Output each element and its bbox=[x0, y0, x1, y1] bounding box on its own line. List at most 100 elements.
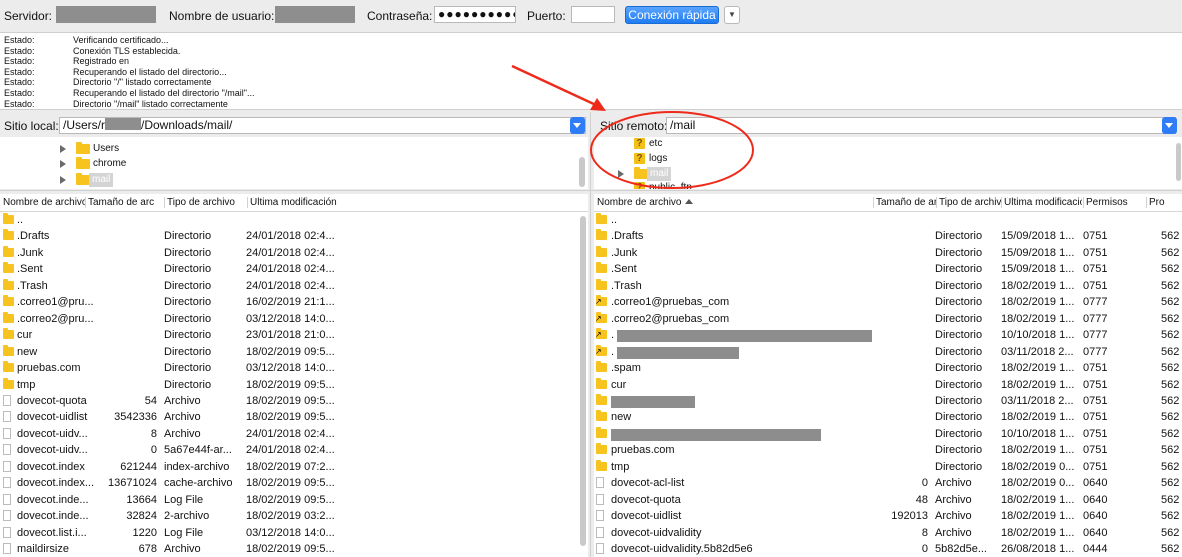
file-row[interactable]: .Drafts Directorio 15/09/2018 1... 0751 562 bbox=[594, 228, 1182, 245]
file-row[interactable]: cur Directorio 23/01/2018 21:0... bbox=[0, 327, 588, 344]
expand-arrow-icon[interactable] bbox=[60, 176, 66, 184]
quickconnect-history-dropdown[interactable]: ▼ bbox=[724, 6, 740, 24]
tree-item-mail[interactable]: mail bbox=[618, 167, 818, 181]
file-row[interactable]: tmp Directorio 18/02/2019 09:5... bbox=[0, 377, 588, 394]
panel-divider[interactable] bbox=[590, 112, 591, 557]
tree-item-etc[interactable]: ? etc bbox=[634, 137, 834, 151]
file-row[interactable]: dovecot-uidlist 192013 Archivo 18/02/2019 1… bbox=[594, 508, 1182, 525]
log-status-label: Estado: bbox=[4, 66, 35, 77]
column-resize-handle[interactable] bbox=[164, 197, 165, 208]
column-header-label: Tipo de archivo bbox=[939, 197, 1001, 208]
file-row[interactable]: .Trash Directorio 24/01/2018 02:4... bbox=[0, 278, 588, 295]
tree-item-label: mail bbox=[647, 167, 672, 181]
file-row[interactable]: .correo1@pruebas_com Directorio 18/02/2019… bbox=[594, 294, 1182, 311]
file-row[interactable]: new Directorio 18/02/2019 09:5... bbox=[0, 344, 588, 361]
column-header-type[interactable]: Tipo de archivo bbox=[167, 197, 243, 209]
expand-arrow-icon[interactable] bbox=[60, 160, 66, 168]
file-row[interactable]: .Junk Directorio 15/09/2018 1... 0751 562 bbox=[594, 245, 1182, 262]
column-resize-handle[interactable] bbox=[1146, 197, 1147, 208]
file-row[interactable]: dovecot.list.i... 1220 Log File 03/12/2018 … bbox=[0, 525, 588, 542]
expand-arrow-icon[interactable] bbox=[618, 170, 624, 178]
tree-scrollbar[interactable] bbox=[1176, 143, 1181, 181]
password-input[interactable]: ●●●●●●●●●●● bbox=[434, 6, 516, 23]
column-resize-handle[interactable] bbox=[873, 197, 874, 208]
local-path-input[interactable]: /Users/r/Downloads/mail/ bbox=[59, 117, 586, 134]
column-resize-handle[interactable] bbox=[936, 197, 937, 208]
file-row[interactable]: dovecot-quota 54 Archivo 18/02/2019 09:5... bbox=[0, 393, 588, 410]
file-row[interactable]: .Junk Directorio 24/01/2018 02:4... bbox=[0, 245, 588, 262]
file-row[interactable]: .Sent Directorio 24/01/2018 02:4... bbox=[0, 261, 588, 278]
cell-type: Directorio bbox=[935, 312, 983, 325]
tree-item-chrome[interactable]: chrome bbox=[60, 157, 260, 171]
column-header-permissions[interactable]: Permisos bbox=[1086, 197, 1146, 209]
file-row[interactable]: .. bbox=[0, 212, 588, 229]
column-header-modified[interactable]: Última modificació bbox=[1004, 197, 1082, 209]
cell-name: .Sent bbox=[611, 263, 637, 276]
column-header-modified[interactable]: Última modificación bbox=[250, 197, 344, 209]
column-header-label: Tipo de archivo bbox=[167, 197, 235, 208]
file-row[interactable]: dovecot-uidv... 8 Archivo 24/01/2018 02:4..… bbox=[0, 426, 588, 443]
cell-own: 562 bbox=[1161, 493, 1180, 506]
file-row[interactable]: Directorio 10/10/2018 1... 0751 562 bbox=[594, 426, 1182, 443]
remote-path-input[interactable]: /mail bbox=[666, 117, 1176, 134]
file-row[interactable]: dovecot.inde... 13664 Log File 18/02/2019 0… bbox=[0, 492, 588, 509]
file-row[interactable]: dovecot-uidvalidity.5b82d5e6 0 5b82d5e... 2… bbox=[594, 541, 1182, 557]
column-resize-handle[interactable] bbox=[85, 197, 86, 208]
file-row[interactable]: .Directorio10/10/2018 1...0777562 bbox=[594, 327, 1182, 344]
file-row[interactable]: .correo1@pru... Directorio 16/02/2019 21:1… bbox=[0, 294, 588, 311]
local-path-dropdown[interactable] bbox=[570, 117, 585, 134]
username-input[interactable] bbox=[275, 6, 355, 23]
tree-item-users[interactable]: Users bbox=[60, 142, 260, 156]
file-row[interactable]: pruebas.com Directorio 18/02/2019 1... 0751… bbox=[594, 442, 1182, 459]
file-row[interactable]: cur Directorio 18/02/2019 1... 0751 562 bbox=[594, 377, 1182, 394]
file-row[interactable]: dovecot-uidvalidity 8 Archivo 18/02/2019 1.… bbox=[594, 525, 1182, 542]
file-row[interactable]: dovecot.index... 13671024 cache-archivo 18/… bbox=[0, 475, 588, 492]
file-row[interactable]: new Directorio 18/02/2019 1... 0751 562 bbox=[594, 409, 1182, 426]
column-resize-handle[interactable] bbox=[1001, 197, 1002, 208]
column-header-size[interactable]: Tamaño de arc bbox=[88, 197, 164, 209]
server-input[interactable] bbox=[56, 6, 156, 23]
tree-scrollbar[interactable] bbox=[579, 157, 585, 187]
file-row[interactable]: dovecot-uidv... 0 5a67e44f-ar... 24/01/2018… bbox=[0, 442, 588, 459]
column-header-size[interactable]: Tamaño de arc bbox=[876, 197, 936, 209]
tree-item-mail[interactable]: mail bbox=[60, 173, 260, 187]
column-header-name[interactable]: Nombre de archivo bbox=[597, 197, 695, 209]
file-row[interactable]: dovecot.index 621244 index-archivo 18/02/20… bbox=[0, 459, 588, 476]
expand-arrow-icon[interactable] bbox=[60, 145, 66, 153]
file-row[interactable]: .spam Directorio 18/02/2019 1... 0751 562 bbox=[594, 360, 1182, 377]
file-row[interactable]: dovecot-quota 48 Archivo 18/02/2019 1... 064… bbox=[594, 492, 1182, 509]
remote-site-bar: Sitio remoto: /mail bbox=[596, 116, 1182, 134]
file-row[interactable]: .. bbox=[594, 212, 1182, 229]
cell-mod: 18/02/2019 09:5... bbox=[246, 345, 335, 358]
file-row[interactable]: dovecot.inde... 32824 2-archivo 18/02/2019 … bbox=[0, 508, 588, 525]
column-resize-handle[interactable] bbox=[1083, 197, 1084, 208]
tree-item-public-ftp[interactable]: ? public_ftp bbox=[634, 181, 834, 189]
cell-perm: 0640 bbox=[1083, 477, 1108, 490]
cell-name: dovecot-uidlist bbox=[611, 510, 682, 523]
port-input[interactable] bbox=[571, 6, 615, 23]
file-row[interactable]: .Directorio03/11/2018 2...0777562 bbox=[594, 344, 1182, 361]
column-header-name[interactable]: Nombre de archivo bbox=[3, 197, 85, 209]
file-row[interactable]: dovecot-uidlist 3542336 Archivo 18/02/2019 … bbox=[0, 409, 588, 426]
file-row[interactable]: dovecot-acl-list 0 Archivo 18/02/2019 0... 0… bbox=[594, 475, 1182, 492]
tree-list-divider[interactable] bbox=[0, 190, 1182, 191]
file-row[interactable]: tmp Directorio 18/02/2019 0... 0751 562 bbox=[594, 459, 1182, 476]
file-row[interactable]: Directorio 03/11/2018 2... 0751 562 bbox=[594, 393, 1182, 410]
file-row[interactable]: maildirsize 678 Archivo 18/02/2019 09:5... bbox=[0, 541, 588, 557]
quickconnect-button[interactable]: Conexión rápida bbox=[625, 6, 719, 24]
file-row[interactable]: .Sent Directorio 15/09/2018 1... 0751 562 bbox=[594, 261, 1182, 278]
remote-path-dropdown[interactable] bbox=[1162, 117, 1177, 134]
file-row[interactable]: .Trash Directorio 18/02/2019 1... 0751 562 bbox=[594, 278, 1182, 295]
tree-item-logs[interactable]: ? logs bbox=[634, 152, 834, 166]
folder-icon bbox=[596, 213, 607, 224]
file-row[interactable]: .correo2@pru... Directorio 03/12/2018 14:0… bbox=[0, 311, 588, 328]
column-header-type[interactable]: Tipo de archivo bbox=[939, 197, 1001, 209]
file-row[interactable]: .correo2@pruebas_com Directorio 18/02/2019… bbox=[594, 311, 1182, 328]
column-resize-handle[interactable] bbox=[247, 197, 248, 208]
cell-name: .Trash bbox=[17, 279, 48, 292]
cell-type: Archivo bbox=[164, 427, 201, 440]
file-row[interactable]: pruebas.com Directorio 03/12/2018 14:0... bbox=[0, 360, 588, 377]
local-list-scrollbar[interactable] bbox=[580, 216, 586, 546]
column-header-owner[interactable]: Pro bbox=[1149, 197, 1179, 209]
file-row[interactable]: .Drafts Directorio 24/01/2018 02:4... bbox=[0, 228, 588, 245]
